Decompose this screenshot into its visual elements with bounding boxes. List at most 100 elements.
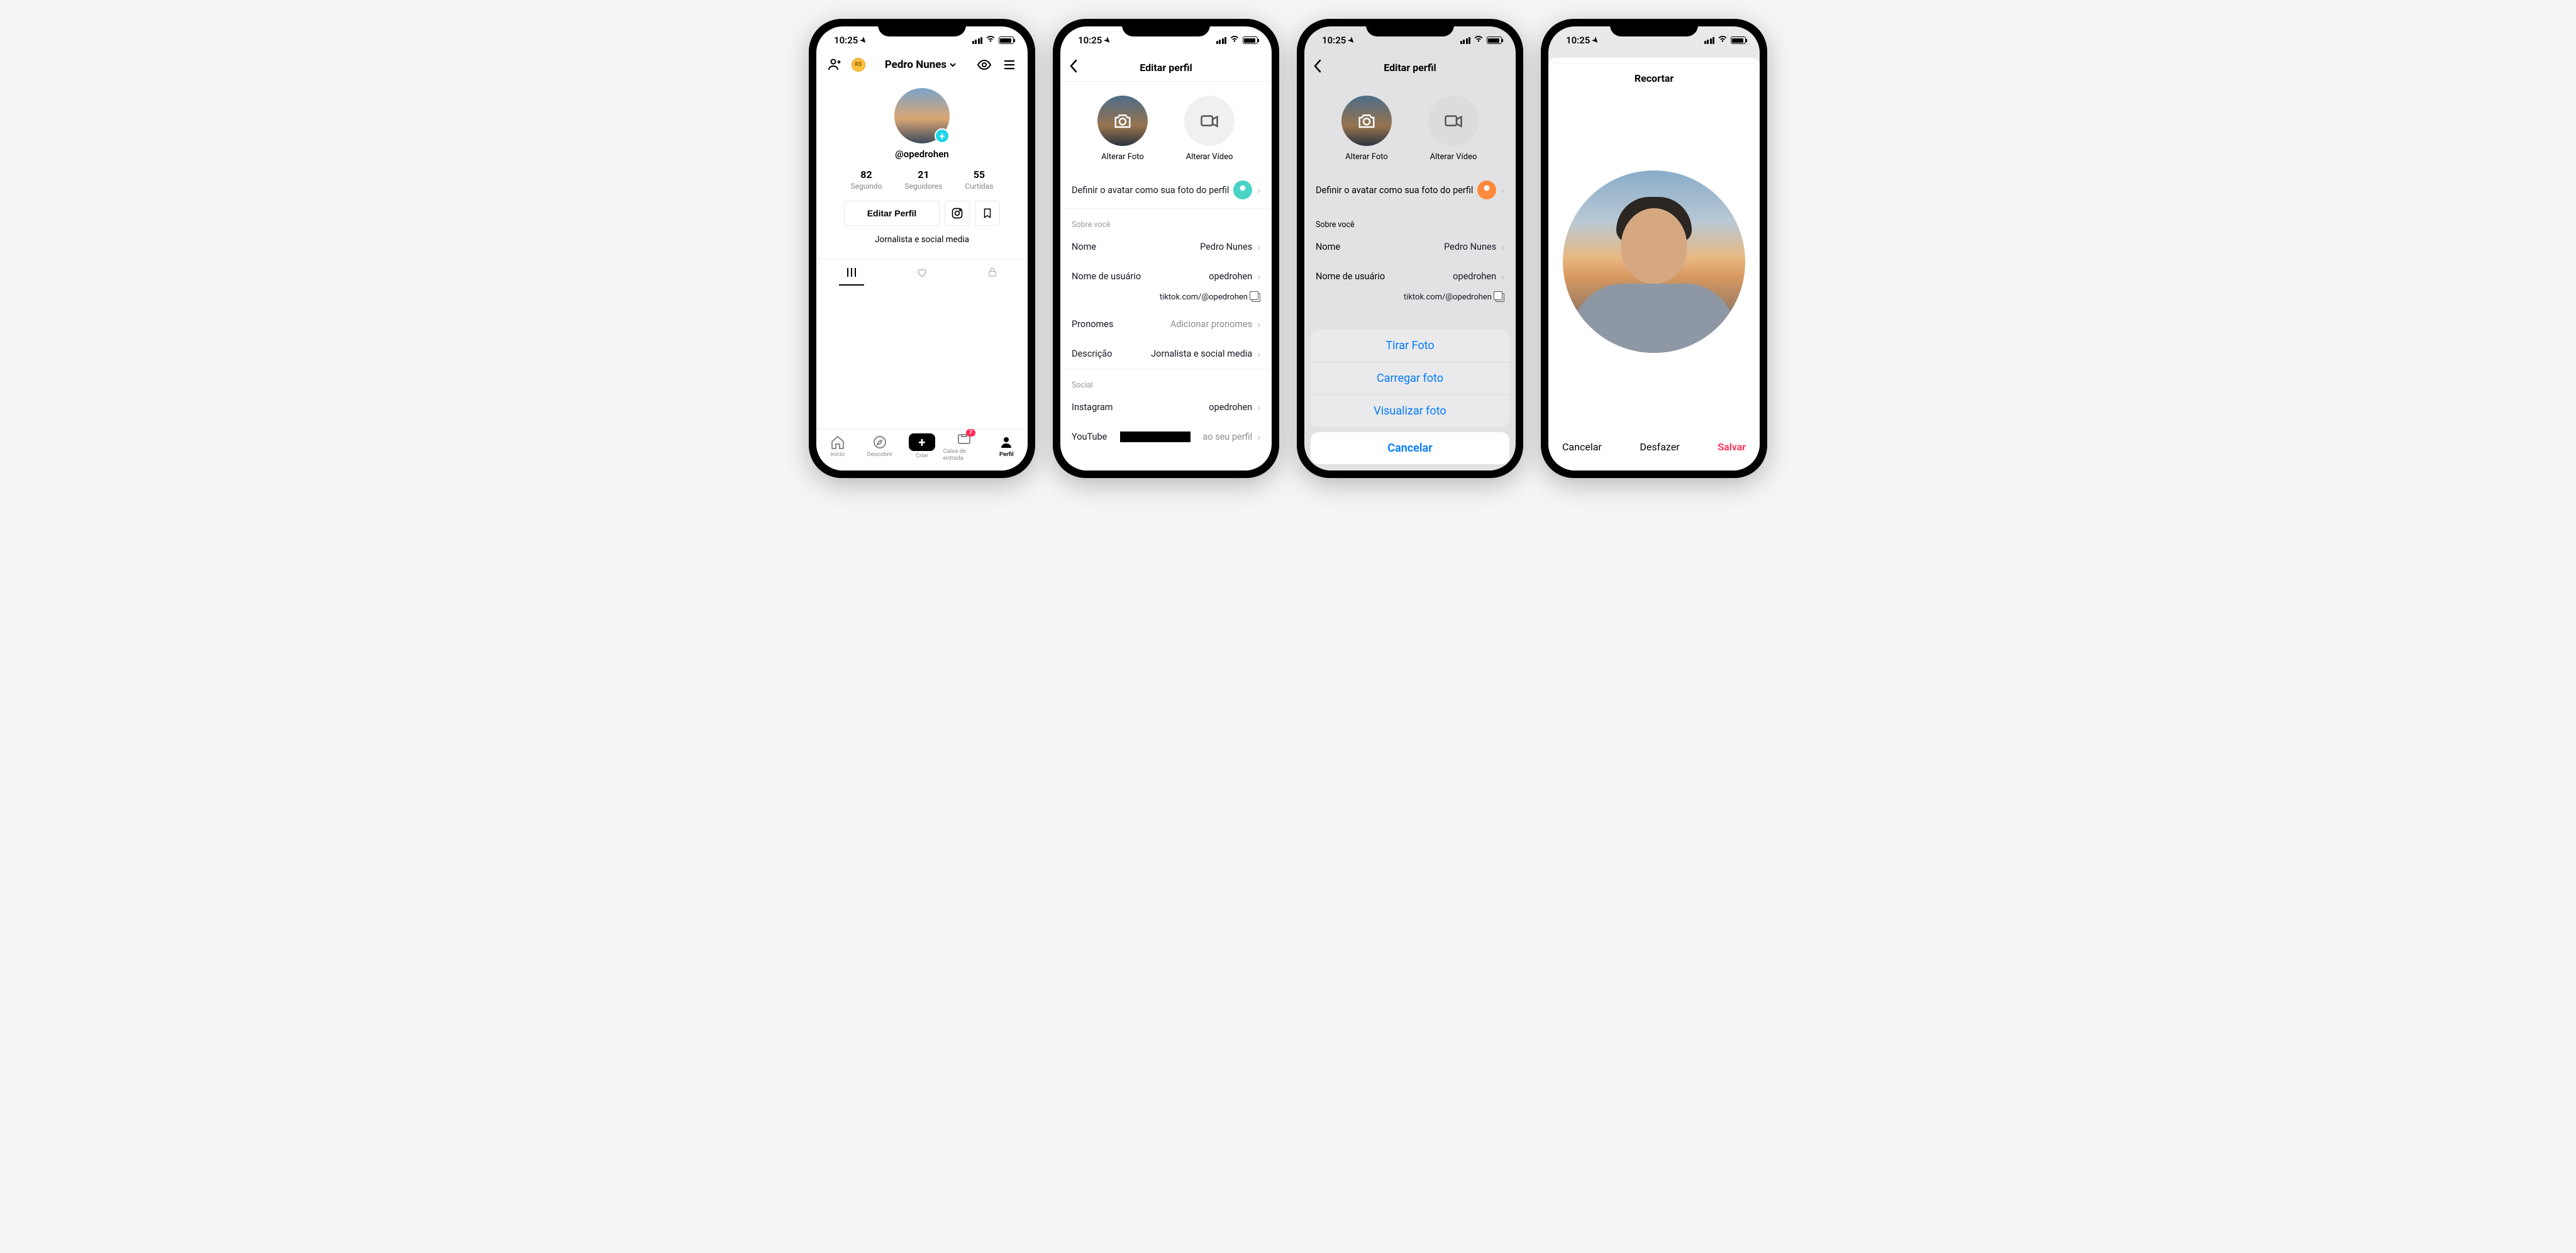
profile-name-dropdown[interactable]: Pedro Nunes	[885, 58, 957, 71]
cancel-button[interactable]: Cancelar	[1562, 441, 1602, 453]
chevron-right-icon: ›	[1257, 270, 1260, 282]
back-button[interactable]	[1313, 59, 1322, 77]
chevron-right-icon: ›	[1257, 184, 1260, 196]
location-icon: ➤	[1346, 35, 1357, 45]
action-sheet: Tirar Foto Carregar foto Visualizar foto…	[1311, 330, 1509, 464]
section-about: Sobre você	[1304, 209, 1516, 232]
eye-icon[interactable]	[976, 57, 992, 73]
bookmark-button[interactable]	[975, 201, 1000, 226]
page-title: Editar perfil	[1384, 62, 1436, 74]
wifi-icon	[1474, 35, 1484, 45]
chevron-right-icon: ›	[1257, 241, 1260, 253]
avatar[interactable]: +	[894, 88, 950, 143]
sheet-upload-photo[interactable]: Carregar foto	[1311, 362, 1509, 394]
followers-stat[interactable]: 21 Seguidores	[904, 169, 942, 191]
back-button[interactable]	[1069, 59, 1078, 77]
tab-grid[interactable]	[816, 259, 887, 286]
grid-icon	[846, 267, 857, 278]
tab-inbox[interactable]: 7 Caixa de entrada	[943, 430, 985, 463]
location-icon: ➤	[1102, 35, 1113, 45]
wifi-icon	[985, 35, 996, 45]
avatar-row[interactable]: Definir o avatar como sua foto do perfil…	[1060, 172, 1272, 208]
username-row[interactable]: Nome de usuário opedrohen›	[1304, 262, 1516, 291]
tab-private[interactable]	[957, 259, 1028, 286]
change-video-button[interactable]: Alterar Vídeo	[1428, 96, 1479, 162]
avatar-add-icon[interactable]: +	[935, 128, 950, 143]
crop-preview[interactable]	[1563, 170, 1745, 353]
description-row[interactable]: Descrição Jornalista e social media›	[1060, 339, 1272, 369]
phone-profile: 10:25 ➤ R$ Pedro Nunes	[809, 19, 1035, 478]
section-about: Sobre você	[1060, 209, 1272, 232]
phone-edit-profile: 10:25➤ Editar perfil Alterar Foto	[1053, 19, 1279, 478]
edit-header: Editar perfil	[1060, 54, 1272, 82]
undo-button[interactable]: Desfazer	[1640, 441, 1679, 453]
instagram-icon	[951, 207, 963, 220]
instagram-row[interactable]: Instagram opedrohen›	[1060, 393, 1272, 422]
location-icon: ➤	[858, 35, 869, 45]
sheet-cancel[interactable]: Cancelar	[1311, 432, 1509, 464]
sheet-take-photo[interactable]: Tirar Foto	[1311, 330, 1509, 362]
change-photo-button[interactable]: Alterar Foto	[1341, 96, 1392, 162]
lock-icon	[987, 267, 998, 278]
notch	[1366, 19, 1454, 36]
chevron-right-icon: ›	[1257, 348, 1260, 360]
avatar-row[interactable]: Definir o avatar como sua foto do perfil…	[1304, 172, 1516, 208]
tab-bar: Início Descobrir + Criar 7 Caixa de entr…	[816, 429, 1028, 471]
tab-liked[interactable]	[887, 259, 957, 286]
tab-create[interactable]: + Criar	[901, 430, 943, 463]
name-row[interactable]: Nome Pedro Nunes›	[1304, 232, 1516, 262]
chevron-down-icon	[949, 61, 957, 69]
change-photo-button[interactable]: Alterar Foto	[1097, 96, 1148, 162]
name-row[interactable]: Nome Pedro Nunes›	[1060, 232, 1272, 262]
phone-photo-action-sheet: 10:25➤ Editar perfil Alterar Foto	[1297, 19, 1523, 478]
wifi-icon	[1718, 35, 1728, 45]
status-time: 10:25	[1078, 35, 1102, 46]
menu-icon[interactable]	[1001, 57, 1018, 73]
battery-icon	[1731, 36, 1746, 44]
tab-profile[interactable]: Perfil	[985, 430, 1028, 463]
location-icon: ➤	[1591, 35, 1601, 45]
notch	[1610, 19, 1698, 36]
section-social: Social	[1060, 369, 1272, 393]
crop-area[interactable]	[1548, 93, 1760, 430]
coin-icon[interactable]: R$	[852, 58, 865, 72]
home-icon	[830, 435, 845, 450]
profile-url-row[interactable]: tiktok.com/@opedrohen	[1060, 291, 1272, 309]
video-icon	[1200, 113, 1219, 128]
chevron-right-icon: ›	[1501, 184, 1504, 196]
sheet-view-photo[interactable]: Visualizar foto	[1311, 394, 1509, 427]
instagram-link-button[interactable]	[945, 201, 970, 226]
youtube-row[interactable]: YouTube xxxxxxxxxxxxxxx ao seu perfil›	[1060, 422, 1272, 452]
change-video-button[interactable]: Alterar Vídeo	[1184, 96, 1235, 162]
heart-lock-icon	[916, 266, 928, 279]
following-stat[interactable]: 82 Seguindo	[850, 169, 882, 191]
video-icon	[1444, 113, 1463, 128]
status-time: 10:25	[1322, 35, 1346, 46]
profile-url-row[interactable]: tiktok.com/@opedrohen	[1304, 291, 1516, 309]
tab-home[interactable]: Início	[816, 430, 858, 463]
signal-icon	[1216, 37, 1227, 44]
signal-icon	[1460, 37, 1471, 44]
edit-header: Editar perfil	[1304, 54, 1516, 82]
avatar-preview-icon	[1233, 181, 1252, 199]
copy-icon	[1252, 293, 1260, 302]
username: @opedrohen	[895, 148, 948, 160]
battery-icon	[999, 36, 1014, 44]
camera-icon	[1113, 113, 1132, 129]
chevron-right-icon: ›	[1257, 431, 1260, 443]
profile-name: Pedro Nunes	[885, 58, 947, 71]
add-user-icon[interactable]	[826, 57, 843, 73]
compass-icon	[872, 435, 887, 450]
edit-profile-button[interactable]: Editar Perfil	[844, 201, 940, 226]
pronouns-row[interactable]: Pronomes Adicionar pronomes›	[1060, 309, 1272, 339]
username-row[interactable]: Nome de usuário opedrohen›	[1060, 262, 1272, 291]
copy-icon	[1496, 293, 1504, 302]
chevron-right-icon: ›	[1501, 241, 1504, 253]
bookmark-icon	[982, 207, 993, 220]
tab-discover[interactable]: Descobrir	[858, 430, 901, 463]
inbox-icon: 7	[957, 432, 972, 447]
signal-icon	[1704, 37, 1715, 44]
likes-stat[interactable]: 55 Curtidas	[965, 169, 993, 191]
save-button[interactable]: Salvar	[1718, 441, 1746, 453]
status-time: 10:25	[1566, 35, 1590, 46]
